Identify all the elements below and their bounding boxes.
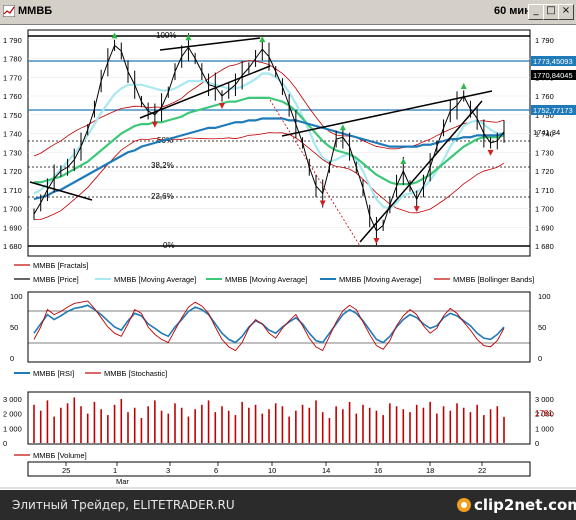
price-y-tick-left: 1 710 (3, 186, 22, 195)
osc-y-tick-right: 100 (538, 292, 551, 301)
price-y-tick-left: 1 700 (3, 205, 22, 214)
price-y-tick-right: 1 730 (535, 148, 554, 157)
price-y-tick-left: 1 690 (3, 223, 22, 232)
price-y-tick-right: 1 720 (535, 167, 554, 176)
time-axis-label: 14 (322, 466, 330, 475)
fib-382-label: 38,2% (151, 161, 174, 170)
time-axis-label: 18 (426, 466, 434, 475)
volume-y-tick-left: 1 000 (3, 424, 22, 433)
maximize-button[interactable]: □ (543, 4, 559, 20)
volume-y-tick-left: 0 (3, 439, 7, 448)
footer-credit: Элитный Трейдер, ELITETRADER.RU (12, 498, 235, 512)
volume-y-tick-right: 1 000 (535, 424, 554, 433)
price-y-tick-left: 1 680 (3, 242, 22, 251)
price-y-tick-right: 1 690 (535, 223, 554, 232)
price-y-tick-left: 1 780 (3, 55, 22, 64)
watermark-footer: Элитный Трейдер, ELITETRADER.RU clip2net… (0, 490, 576, 520)
chart-app-icon (3, 5, 15, 17)
oscillator-legend: MMBБ [RSI] MMBБ [Stochastic] (14, 369, 167, 378)
osc-y-tick-left: 50 (10, 323, 18, 332)
price-y-tick-left: 1 770 (3, 73, 22, 82)
price-y-tick-right: 1 760 (535, 92, 554, 101)
volume-y-tick-right: 0 (535, 439, 539, 448)
legend-ma-blue: MMBБ [Moving Average] (339, 275, 421, 284)
volume-y-tick-left: 3 000 (3, 395, 22, 404)
price-label-4: 1741,34 (533, 128, 560, 137)
price-legend: MMBБ [Fractals] MMBБ [Price] MMBБ [Movin… (14, 261, 534, 284)
price-panel[interactable] (27, 29, 531, 257)
price-y-tick-left: 1 740 (3, 130, 22, 139)
oscillator-panel[interactable] (27, 291, 531, 363)
osc-y-tick-right: 0 (538, 354, 542, 363)
month-label: Mar (116, 477, 129, 486)
time-axis (27, 461, 531, 477)
price-y-tick-left: 1 730 (3, 148, 22, 157)
price-y-tick-left: 1 790 (3, 36, 22, 45)
clip2net-logo-icon (457, 498, 471, 512)
price-label-1: 1773,45093 (533, 57, 573, 66)
time-axis-label: 3 (166, 466, 170, 475)
volume-last-value: 1781 (535, 409, 553, 418)
legend-fractals: MMBБ [Fractals] (33, 261, 88, 270)
fib-236-label: 23,6% (151, 192, 174, 201)
price-y-tick-right: 1 700 (535, 205, 554, 214)
time-axis-label: 1 (113, 466, 117, 475)
price-label-2: 1770,84045 (533, 71, 573, 80)
osc-y-tick-right: 50 (538, 323, 546, 332)
time-axis-label: 16 (374, 466, 382, 475)
legend-bollinger: MMBБ [Bollinger Bands] (453, 275, 534, 284)
time-axis-label: 10 (268, 466, 276, 475)
minimize-button[interactable]: _ (528, 4, 544, 20)
volume-legend: MMBБ [Volume] (14, 451, 87, 460)
time-axis-label: 25 (62, 466, 70, 475)
fib-100-label: 100% (156, 31, 176, 40)
close-button[interactable]: × (558, 4, 574, 20)
legend-stochastic: MMBБ [Stochastic] (104, 369, 167, 378)
volume-y-tick-left: 2 000 (3, 410, 22, 419)
legend-price: MMBБ [Price] (33, 275, 79, 284)
volume-panel[interactable] (27, 391, 531, 445)
price-label-3: 1752,77173 (533, 106, 573, 115)
legend-volume: MMBБ [Volume] (33, 451, 87, 460)
legend-ma-green: MMBБ [Moving Average] (225, 275, 307, 284)
osc-y-tick-left: 0 (10, 354, 14, 363)
price-y-tick-left: 1 760 (3, 92, 22, 101)
window-titlebar: MMBБ 60 минут _ □ × (0, 0, 576, 25)
osc-y-tick-left: 100 (10, 292, 23, 301)
fib-0-label: 0% (163, 241, 175, 250)
price-y-tick-right: 1 680 (535, 242, 554, 251)
price-y-tick-left: 1 720 (3, 167, 22, 176)
legend-ma-slow-light: MMBБ [Moving Average] (114, 275, 196, 284)
volume-y-tick-right: 3 000 (535, 395, 554, 404)
footer-brand: clip2net.com (474, 496, 576, 514)
chart-canvas[interactable]: 1 7901 7901 7801 7801 7701 7701 7601 760… (0, 24, 576, 490)
price-y-tick-right: 1 710 (535, 186, 554, 195)
time-axis-label: 22 (478, 466, 486, 475)
price-y-tick-left: 1 750 (3, 111, 22, 120)
window-title: MMBБ (18, 5, 53, 17)
time-axis-label: 6 (214, 466, 218, 475)
price-y-tick-right: 1 790 (535, 36, 554, 45)
legend-rsi: MMBБ [RSI] (33, 369, 74, 378)
